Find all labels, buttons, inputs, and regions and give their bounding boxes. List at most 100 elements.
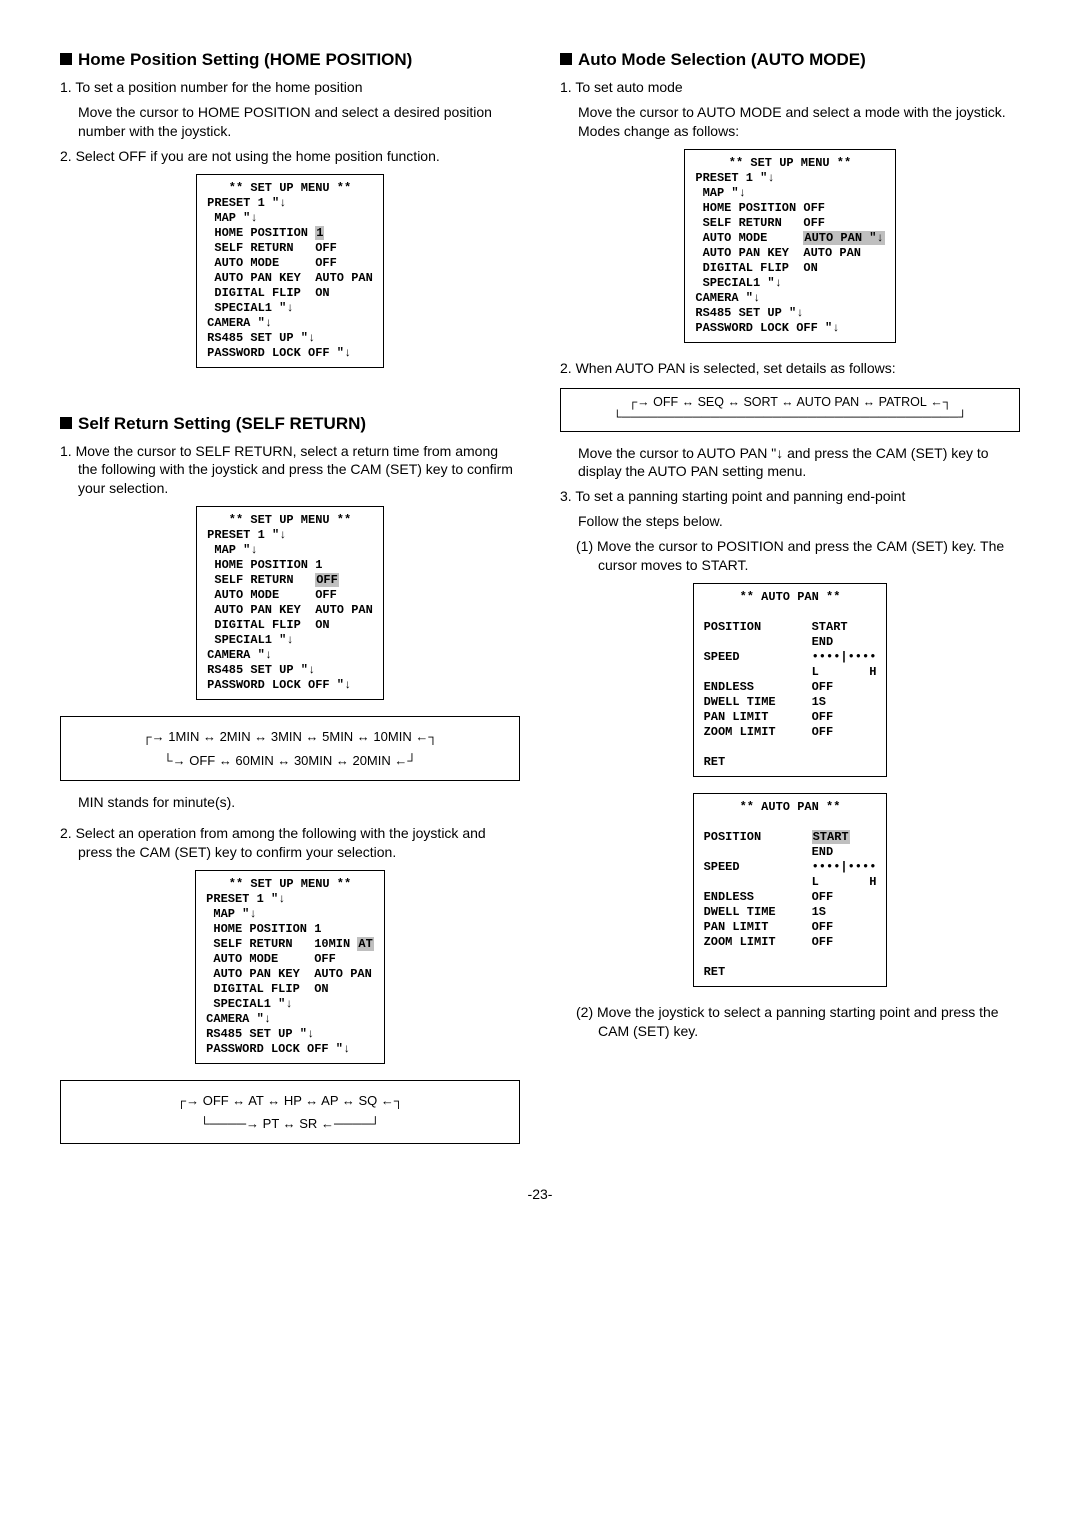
menu-line: DIGITAL FLIP ON	[206, 982, 328, 996]
menu-line: PAN LIMIT OFF	[704, 710, 834, 724]
menu-line: SELF RETURN	[207, 573, 315, 587]
auto-step-3: 3. To set a panning starting point and p…	[560, 487, 1020, 506]
menu-line: POSITION START	[704, 620, 848, 634]
menu-line: DWELL TIME 1S	[704, 695, 826, 709]
setup-menu-auto: ** SET UP MENU **PRESET 1 "↓ MAP "↓ HOME…	[684, 149, 895, 343]
menu-line: MAP "↓	[207, 211, 257, 225]
setup-menu-2: ** SET UP MENU **PRESET 1 "↓ MAP "↓ HOME…	[196, 506, 384, 700]
menu-line: ENDLESS OFF	[704, 890, 834, 904]
cycle-row-1: ┌→ OFF ↔ AT ↔ HP ↔ AP ↔ SQ ←┐	[71, 1089, 509, 1112]
auto-pan-menu-1: ** AUTO PAN ** POSITION START END SPEED …	[693, 583, 888, 777]
menu-line: SPECIAL1 "↓	[207, 633, 293, 647]
auto-mode-cycle: ┌→ OFF ↔ SEQ ↔ SORT ↔ AUTO PAN ↔ PATROL …	[560, 388, 1020, 432]
menu-line: RS485 SET UP "↓	[695, 306, 803, 320]
cycle-row-2: └→ OFF ↔ 60MIN ↔ 30MIN ↔ 20MIN ←┘	[71, 749, 509, 772]
square-bullet-icon	[60, 53, 72, 65]
auto-step-1: 1. To set auto mode	[560, 78, 1020, 97]
home-step-2: 2. Select OFF if you are not using the h…	[60, 147, 520, 166]
menu-line: SPECIAL1 "↓	[206, 997, 292, 1011]
menu-line: PRESET 1 "↓	[695, 171, 774, 185]
menu-line: ZOOM LIMIT OFF	[704, 725, 834, 739]
menu-line: MAP "↓	[207, 543, 257, 557]
menu-line: SPECIAL1 "↓	[695, 276, 781, 290]
menu-line: PRESET 1 "↓	[207, 528, 286, 542]
menu-line: PASSWORD LOCK OFF "↓	[206, 1042, 350, 1056]
heading-text: Self Return Setting (SELF RETURN)	[78, 414, 366, 434]
setup-menu-3: ** SET UP MENU **PRESET 1 "↓ MAP "↓ HOME…	[195, 870, 385, 1064]
menu-line: CAMERA "↓	[207, 648, 272, 662]
menu-line: DIGITAL FLIP ON	[207, 618, 329, 632]
menu-line: HOME POSITION 1	[206, 922, 321, 936]
menu-line: END	[704, 845, 834, 859]
menu-line: AUTO PAN KEY AUTO PAN	[207, 603, 373, 617]
menu-line: SPEED ••••|••••	[704, 650, 877, 664]
page-number: -23-	[60, 1186, 1020, 1202]
self-step-1: 1. Move the cursor to SELF RETURN, selec…	[60, 442, 520, 499]
menu-line: CAMERA "↓	[695, 291, 760, 305]
menu-line: ZOOM LIMIT OFF	[704, 935, 834, 949]
highlighted-value: 1	[315, 226, 324, 240]
menu-line: END	[704, 635, 834, 649]
menu-line: RS485 SET UP "↓	[206, 1027, 314, 1041]
menu-line: AUTO MODE OFF	[207, 256, 337, 270]
menu-line: SPEED ••••|••••	[704, 860, 877, 874]
menu-line: MAP "↓	[695, 186, 745, 200]
auto-pan-menu-2: ** AUTO PAN ** POSITION START END SPEED …	[693, 793, 888, 987]
setup-menu-1: ** SET UP MENU **PRESET 1 "↓ MAP "↓ HOME…	[196, 174, 384, 368]
menu-line: RS485 SET UP "↓	[207, 331, 315, 345]
menu-title: ** SET UP MENU **	[695, 156, 884, 171]
operation-cycle-diagram: ┌→ OFF ↔ AT ↔ HP ↔ AP ↔ SQ ←┐ └────→ PT …	[60, 1080, 520, 1145]
menu-line: DIGITAL FLIP ON	[695, 261, 817, 275]
menu-line: PAN LIMIT OFF	[704, 920, 834, 934]
menu-line: SELF RETURN OFF	[207, 241, 337, 255]
menu-line: HOME POSITION 1	[207, 558, 322, 572]
home-step-1: 1. To set a position number for the home…	[60, 78, 520, 97]
menu-line: HOME POSITION	[207, 226, 315, 240]
auto-step-3-detail: Follow the steps below.	[560, 512, 1020, 531]
menu-line: DWELL TIME 1S	[704, 905, 826, 919]
right-column: Auto Mode Selection (AUTO MODE) 1. To se…	[560, 50, 1020, 1156]
auto-mode-heading: Auto Mode Selection (AUTO MODE)	[560, 50, 1020, 70]
home-step-1-detail: Move the cursor to HOME POSITION and sel…	[60, 103, 520, 141]
menu-title: ** SET UP MENU **	[207, 513, 373, 528]
menu-line: AUTO PAN KEY AUTO PAN	[207, 271, 373, 285]
highlighted-value: OFF	[315, 573, 339, 587]
cycle-row-1: ┌→ 1MIN ↔ 2MIN ↔ 3MIN ↔ 5MIN ↔ 10MIN ←┐	[71, 725, 509, 748]
left-column: Home Position Setting (HOME POSITION) 1.…	[60, 50, 520, 1156]
auto-step-2: 2. When AUTO PAN is selected, set detail…	[560, 359, 1020, 378]
menu-line: CAMERA "↓	[206, 1012, 271, 1026]
menu-line: PASSWORD LOCK OFF "↓	[207, 678, 351, 692]
menu-line: RET	[704, 755, 726, 769]
menu-line: SELF RETURN OFF	[695, 216, 825, 230]
cycle-row-2: └────→ PT ↔ SR ←────┘	[71, 1112, 509, 1135]
menu-line: AUTO MODE	[695, 231, 803, 245]
auto-substep-1: (1) Move the cursor to POSITION and pres…	[560, 537, 1020, 575]
menu-line: DIGITAL FLIP ON	[207, 286, 329, 300]
heading-text: Auto Mode Selection (AUTO MODE)	[578, 50, 866, 70]
menu-line: RET	[704, 965, 726, 979]
menu-title: ** SET UP MENU **	[207, 181, 373, 196]
menu-line: PASSWORD LOCK OFF "↓	[695, 321, 839, 335]
time-cycle-diagram: ┌→ 1MIN ↔ 2MIN ↔ 3MIN ↔ 5MIN ↔ 10MIN ←┐ …	[60, 716, 520, 781]
menu-line: AUTO MODE OFF	[207, 588, 337, 602]
self-step-2: 2. Select an operation from among the fo…	[60, 824, 520, 862]
menu-line: AUTO MODE OFF	[206, 952, 336, 966]
heading-text: Home Position Setting (HOME POSITION)	[78, 50, 412, 70]
menu-line: L H	[704, 875, 877, 889]
home-position-heading: Home Position Setting (HOME POSITION)	[60, 50, 520, 70]
menu-title: ** SET UP MENU **	[206, 877, 374, 892]
square-bullet-icon	[560, 53, 572, 65]
menu-line: SPECIAL1 "↓	[207, 301, 293, 315]
highlighted-value: AT	[357, 937, 373, 951]
menu-line: AUTO PAN KEY AUTO PAN	[695, 246, 861, 260]
highlighted-value: START	[812, 830, 850, 844]
menu-line: PRESET 1 "↓	[206, 892, 285, 906]
menu-line: PASSWORD LOCK OFF "↓	[207, 346, 351, 360]
auto-step-1-detail: Move the cursor to AUTO MODE and select …	[560, 103, 1020, 141]
menu-line: ENDLESS OFF	[704, 680, 834, 694]
auto-substep-2: (2) Move the joystick to select a pannin…	[560, 1003, 1020, 1041]
highlighted-value: AUTO PAN "↓	[803, 231, 884, 245]
menu-title: ** AUTO PAN **	[704, 800, 877, 815]
menu-line: HOME POSITION OFF	[695, 201, 825, 215]
menu-line: MAP "↓	[206, 907, 256, 921]
